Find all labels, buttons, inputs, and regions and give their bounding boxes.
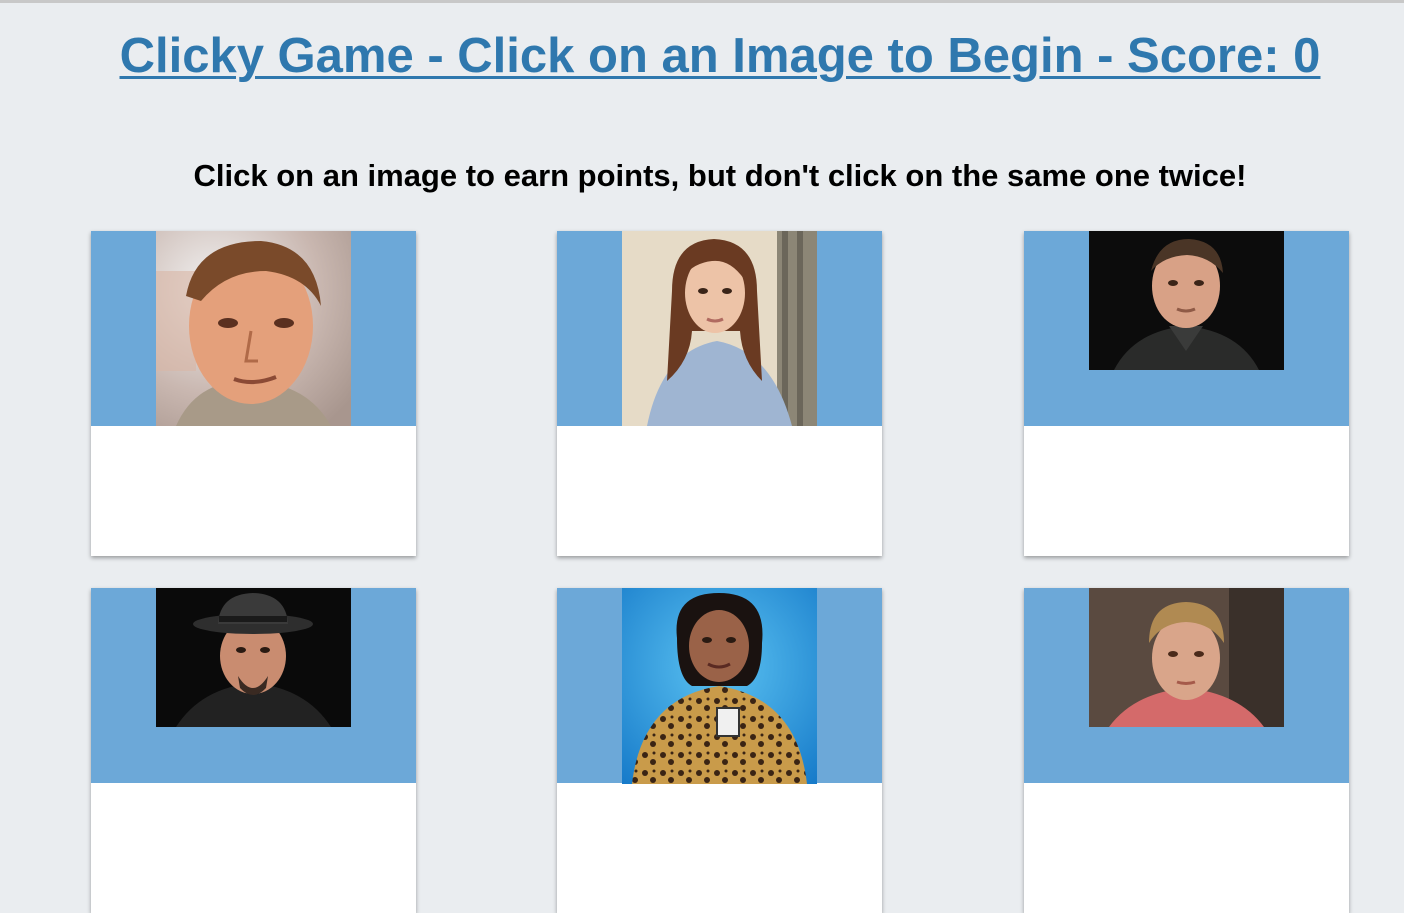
woman-long-hair-icon[interactable]	[622, 231, 817, 426]
image-card-5[interactable]	[557, 588, 882, 913]
page-title[interactable]: Clicky Game - Click on an Image to Begin…	[0, 26, 1404, 86]
man-dark-background-icon[interactable]	[1089, 231, 1284, 370]
woman-leopard-top-icon[interactable]	[622, 588, 817, 784]
instructions-text: Click on an image to earn points, but do…	[193, 158, 1247, 193]
title-link[interactable]: Clicky Game - Click on an Image to Begin…	[120, 29, 1321, 83]
man-hat-icon[interactable]	[156, 588, 351, 727]
image-card-3[interactable]	[1024, 231, 1349, 556]
image-card-1[interactable]	[91, 231, 416, 556]
woman-portrait-icon[interactable]	[1089, 588, 1284, 727]
top-border	[0, 0, 1404, 3]
image-card-4[interactable]	[91, 588, 416, 913]
image-card-6[interactable]	[1024, 588, 1349, 913]
man-portrait-icon[interactable]	[156, 231, 351, 426]
image-card-2[interactable]	[557, 231, 882, 556]
